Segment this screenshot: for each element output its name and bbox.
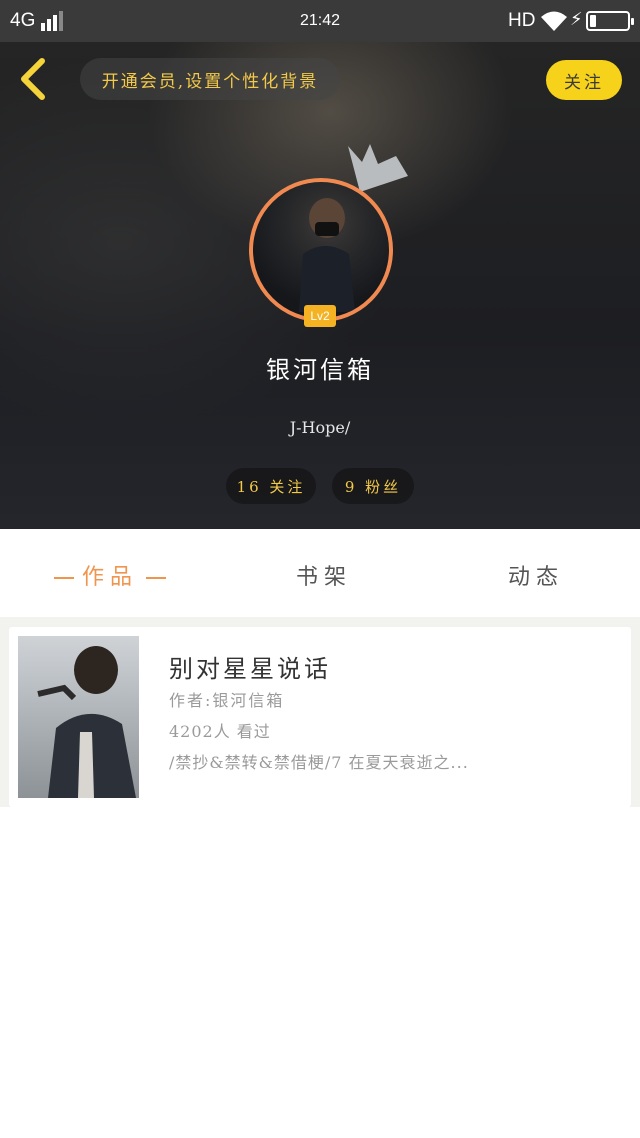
fans-count[interactable]: 9 粉丝 [332,468,414,504]
tab-indicator-right [146,577,167,579]
battery-icon [586,11,634,31]
wifi-icon [541,11,567,31]
tab-indicator-left [54,577,74,579]
tab-works[interactable]: 作品 [46,559,174,591]
tab-bookshelf[interactable]: 书架 [296,559,352,591]
cover-photo [37,646,136,798]
hd-indicator: HD [508,10,536,31]
tab-dynamics[interactable]: 动态 [508,559,564,591]
user-signature: J-Hope/ [289,418,351,437]
back-button[interactable] [14,56,54,102]
tab-dynamics-label: 动态 [508,565,565,590]
chevron-left-icon [21,58,45,100]
work-title: 别对星星说话 [169,655,331,683]
work-card[interactable]: 别对星星说话 作者:银河信箱 4202人 看过 /禁抄&禁转&禁借梗/7 在夏天… [9,627,631,807]
avatar[interactable] [249,178,393,322]
user-nickname: 银河信箱 [266,356,374,384]
tab-works-label: 作品 [82,565,139,590]
profile-header: 开通会员,设置个性化背景 关注 Lv2 银河信箱 J-Hope/ 16 关注 9… [0,42,640,529]
works-list: 别对星星说话 作者:银河信箱 4202人 看过 /禁抄&禁转&禁借梗/7 在夏天… [0,617,640,807]
work-views: 4202人 看过 [169,722,271,741]
work-description: /禁抄&禁转&禁借梗/7 在夏天衰逝之... [169,753,469,772]
book-cover [18,636,139,798]
follow-button[interactable]: 关注 [546,60,622,100]
vip-background-prompt[interactable]: 开通会员,设置个性化背景 [80,58,340,100]
charging-icon: ⚡ [570,9,583,30]
profile-tabs: 作品 书架 动态 [0,529,640,617]
following-count[interactable]: 16 关注 [226,468,316,504]
level-badge: Lv2 [304,305,336,327]
tab-bookshelf-label: 书架 [296,565,353,590]
avatar-photo [299,198,355,312]
status-bar: 4G 21:42 HD ⚡ [0,0,640,42]
work-author: 作者:银河信箱 [169,691,285,710]
